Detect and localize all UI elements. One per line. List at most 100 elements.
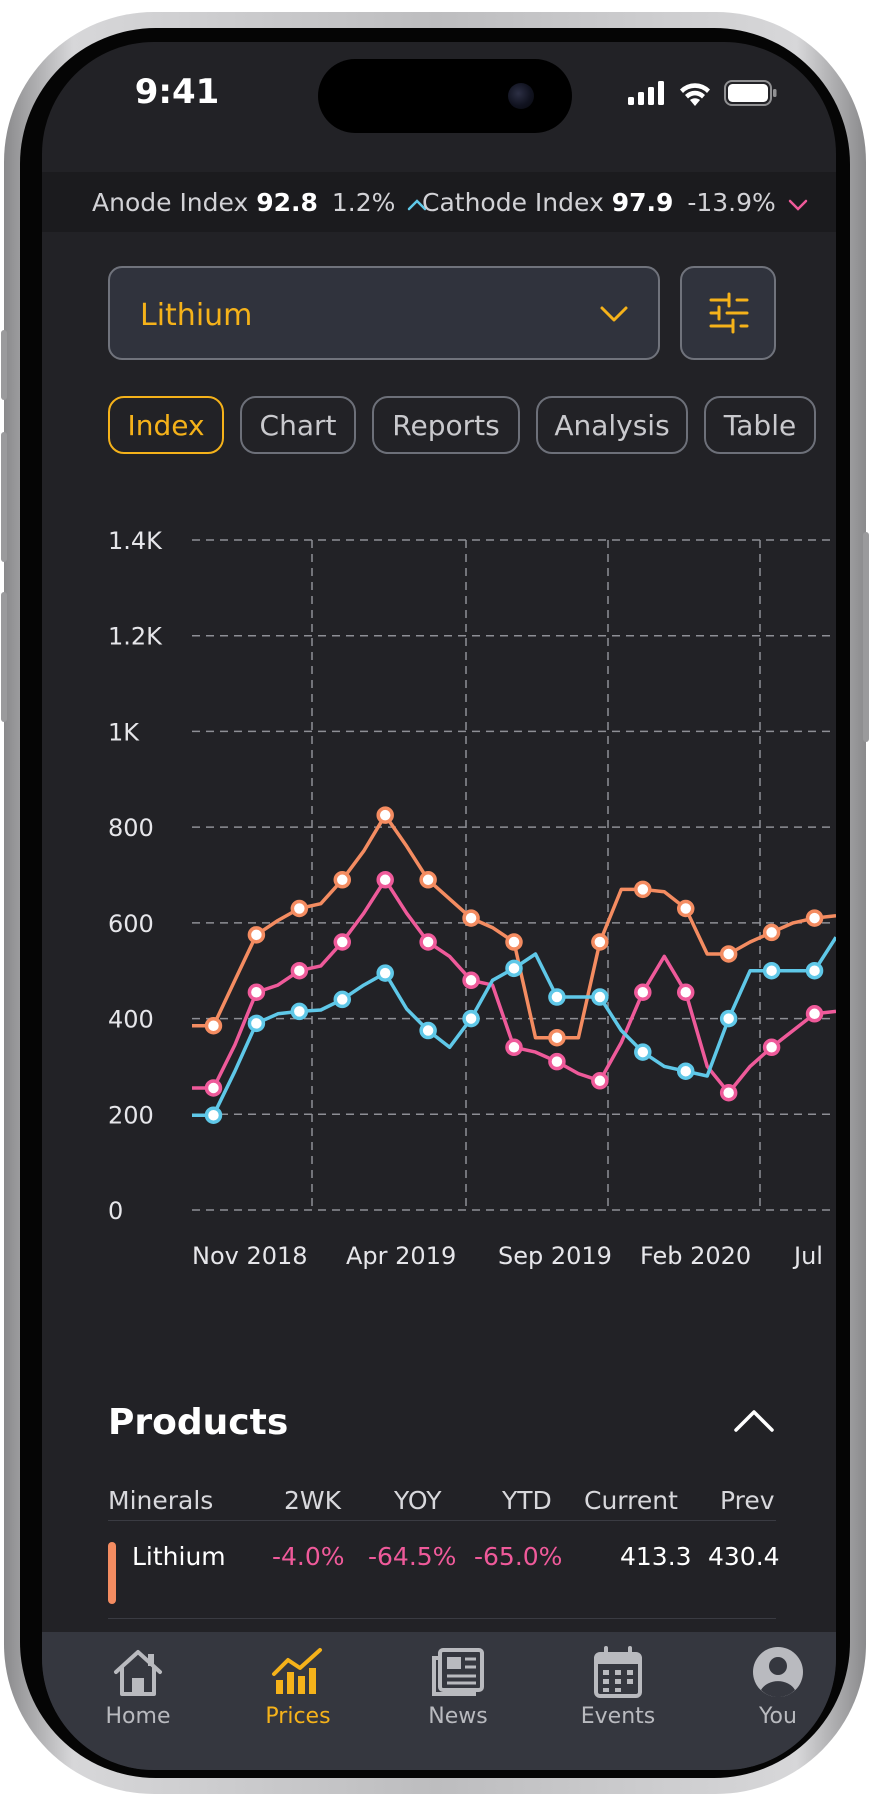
side-button bbox=[1, 592, 7, 722]
x-tick-label: Jul bbox=[792, 1242, 823, 1270]
row-color-marker bbox=[108, 1542, 116, 1604]
anode-label: Anode Index bbox=[92, 188, 249, 217]
price-chart: 1.4K 1.2K 1K 800 600 400 200 0 Nov 2018 Apr 2019 S… bbox=[108, 527, 836, 1270]
cathode-value: 97.9 bbox=[611, 188, 674, 217]
data-point bbox=[247, 983, 266, 1001]
y-tick-label: 200 bbox=[108, 1101, 154, 1129]
col-header-yoy: YOY bbox=[394, 1486, 442, 1515]
data-point bbox=[676, 983, 695, 1001]
nav-news[interactable]: News bbox=[398, 1632, 518, 1742]
side-button bbox=[863, 532, 869, 742]
data-point bbox=[505, 959, 523, 978]
data-point bbox=[462, 909, 480, 927]
data-point bbox=[591, 1072, 609, 1090]
data-point bbox=[505, 933, 523, 951]
data-point bbox=[376, 871, 394, 889]
row-prev: 430.4 bbox=[708, 1542, 780, 1571]
data-point bbox=[676, 1062, 695, 1080]
mineral-dropdown[interactable]: Lithium bbox=[108, 266, 660, 360]
data-point bbox=[805, 961, 824, 980]
side-button bbox=[1, 330, 7, 400]
cathode-index[interactable]: Cathode Index 97.9 -13.9% bbox=[422, 188, 808, 217]
col-header-2wk: 2WK bbox=[284, 1486, 342, 1515]
screen: 9:41 Anode Index 92.8 1.2% Cathode Index… bbox=[42, 42, 836, 1770]
data-point bbox=[462, 1009, 480, 1028]
data-point bbox=[719, 945, 738, 963]
nav-news-label: News bbox=[428, 1704, 488, 1729]
nav-you[interactable]: You bbox=[718, 1632, 836, 1742]
data-point bbox=[719, 1084, 738, 1102]
x-tick-label: Feb 2020 bbox=[640, 1242, 751, 1270]
data-point bbox=[419, 933, 437, 951]
products-title: Products bbox=[108, 1402, 289, 1443]
chevron-down-icon bbox=[600, 306, 628, 322]
data-point bbox=[548, 1052, 566, 1071]
data-point bbox=[762, 961, 781, 980]
data-point bbox=[290, 961, 309, 980]
tab-analysis[interactable]: Analysis bbox=[536, 396, 688, 454]
status-icons bbox=[628, 80, 778, 106]
data-point bbox=[805, 909, 824, 927]
bottom-nav: Home Prices News Events You bbox=[42, 1632, 836, 1770]
data-point bbox=[204, 1079, 223, 1097]
data-point bbox=[376, 806, 394, 824]
chevron-down-icon bbox=[788, 199, 807, 211]
data-point bbox=[591, 988, 609, 1006]
data-point bbox=[591, 933, 609, 951]
nav-prices[interactable]: Prices bbox=[238, 1632, 358, 1742]
data-point bbox=[419, 871, 437, 889]
data-point bbox=[290, 899, 309, 918]
x-tick-label: Sep 2019 bbox=[498, 1242, 612, 1270]
nav-home[interactable]: Home bbox=[78, 1632, 198, 1742]
nav-you-label: You bbox=[759, 1704, 797, 1729]
data-point bbox=[247, 926, 266, 944]
anode-change: 1.2% bbox=[331, 188, 396, 217]
y-tick-label: 1.4K bbox=[108, 527, 163, 555]
user-icon bbox=[753, 1647, 803, 1698]
row-yoy: -64.5% bbox=[368, 1542, 457, 1571]
x-tick-label: Apr 2019 bbox=[346, 1242, 456, 1270]
cathode-change: -13.9% bbox=[687, 188, 776, 217]
y-tick-label: 0 bbox=[108, 1197, 123, 1225]
tab-reports[interactable]: Reports bbox=[372, 396, 520, 454]
side-button bbox=[1, 432, 7, 562]
data-point bbox=[333, 871, 352, 889]
row-mineral: Lithium bbox=[132, 1542, 226, 1571]
y-tick-label: 600 bbox=[108, 910, 154, 938]
filter-button[interactable] bbox=[680, 266, 776, 360]
data-point bbox=[204, 1106, 223, 1124]
tab-table[interactable]: Table bbox=[704, 396, 816, 454]
row-current: 413.3 bbox=[620, 1542, 692, 1571]
chart-icon bbox=[272, 1648, 322, 1694]
data-point bbox=[247, 1014, 266, 1033]
data-point bbox=[462, 971, 480, 990]
row-2wk: -4.0% bbox=[272, 1542, 345, 1571]
cathode-label: Cathode Index bbox=[422, 188, 604, 217]
status-time: 9:41 bbox=[134, 72, 220, 112]
data-point bbox=[719, 1009, 738, 1028]
nav-events-label: Events bbox=[580, 1704, 656, 1729]
home-icon bbox=[114, 1650, 162, 1696]
nav-events[interactable]: Events bbox=[558, 1632, 678, 1742]
col-header-minerals: Minerals bbox=[108, 1486, 214, 1515]
data-point bbox=[333, 990, 352, 1009]
data-point bbox=[548, 1028, 566, 1047]
tab-chart[interactable]: Chart bbox=[240, 396, 356, 454]
data-point bbox=[204, 1017, 223, 1035]
data-point bbox=[634, 1043, 652, 1061]
anode-index[interactable]: Anode Index 92.8 1.2% bbox=[92, 188, 427, 217]
col-header-ytd: YTD bbox=[502, 1486, 552, 1515]
newspaper-icon bbox=[432, 1648, 484, 1696]
row-ytd: -65.0% bbox=[474, 1542, 563, 1571]
index-ticker: Anode Index 92.8 1.2% Cathode Index 97.9… bbox=[42, 172, 836, 232]
chevron-up-icon[interactable] bbox=[732, 1406, 776, 1436]
calendar-icon bbox=[594, 1646, 642, 1698]
dynamic-island bbox=[318, 59, 572, 133]
wifi-icon bbox=[680, 83, 710, 106]
y-tick-label: 800 bbox=[108, 814, 154, 842]
col-header-current: Current bbox=[584, 1486, 678, 1515]
data-point bbox=[634, 880, 652, 899]
tab-index[interactable]: Index bbox=[108, 396, 224, 454]
data-point bbox=[376, 964, 394, 982]
data-point bbox=[762, 923, 781, 942]
